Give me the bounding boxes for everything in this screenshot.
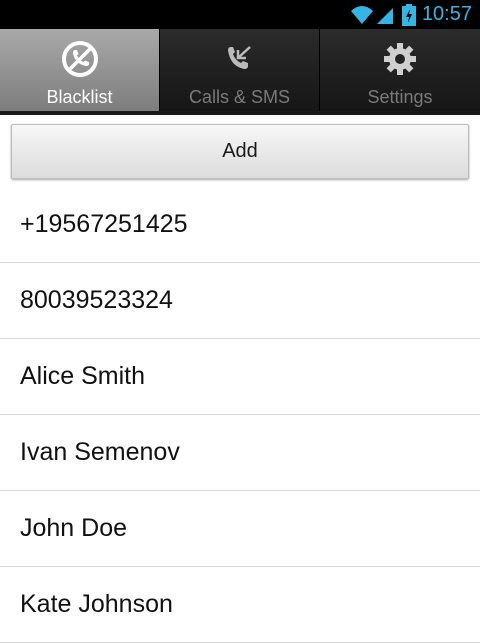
tab-divider bbox=[0, 111, 480, 115]
tab-settings-label: Settings bbox=[367, 87, 433, 107]
blocked-call-icon bbox=[60, 39, 100, 79]
tab-settings[interactable]: Settings bbox=[320, 29, 480, 111]
tab-calls-sms-label: Calls & SMS bbox=[188, 87, 291, 107]
wifi-icon bbox=[350, 5, 373, 24]
gear-icon bbox=[380, 39, 420, 79]
blacklist-list: +19567251425 80039523324 Alice Smith Iva… bbox=[0, 187, 480, 643]
status-icons: 10:57 bbox=[350, 0, 472, 29]
list-item[interactable]: Alice Smith bbox=[0, 339, 480, 415]
add-button[interactable]: Add bbox=[11, 124, 469, 179]
list-item[interactable]: +19567251425 bbox=[0, 187, 480, 263]
tab-bar: Blacklist Calls & SMS Settings bbox=[0, 29, 480, 111]
list-item[interactable]: Kate Johnson bbox=[0, 567, 480, 643]
missed-call-icon bbox=[220, 39, 260, 79]
add-button-container: Add bbox=[11, 124, 469, 179]
signal-icon bbox=[376, 7, 393, 24]
list-item[interactable]: 80039523324 bbox=[0, 263, 480, 339]
tab-calls-sms[interactable]: Calls & SMS bbox=[160, 29, 320, 111]
status-bar: 10:57 bbox=[0, 0, 480, 29]
tab-blacklist[interactable]: Blacklist bbox=[0, 29, 160, 111]
tab-blacklist-label: Blacklist bbox=[46, 87, 113, 107]
list-item[interactable]: Ivan Semenov bbox=[0, 415, 480, 491]
battery-charging-icon bbox=[401, 3, 416, 26]
list-item[interactable]: John Doe bbox=[0, 491, 480, 567]
status-time: 10:57 bbox=[421, 3, 472, 25]
